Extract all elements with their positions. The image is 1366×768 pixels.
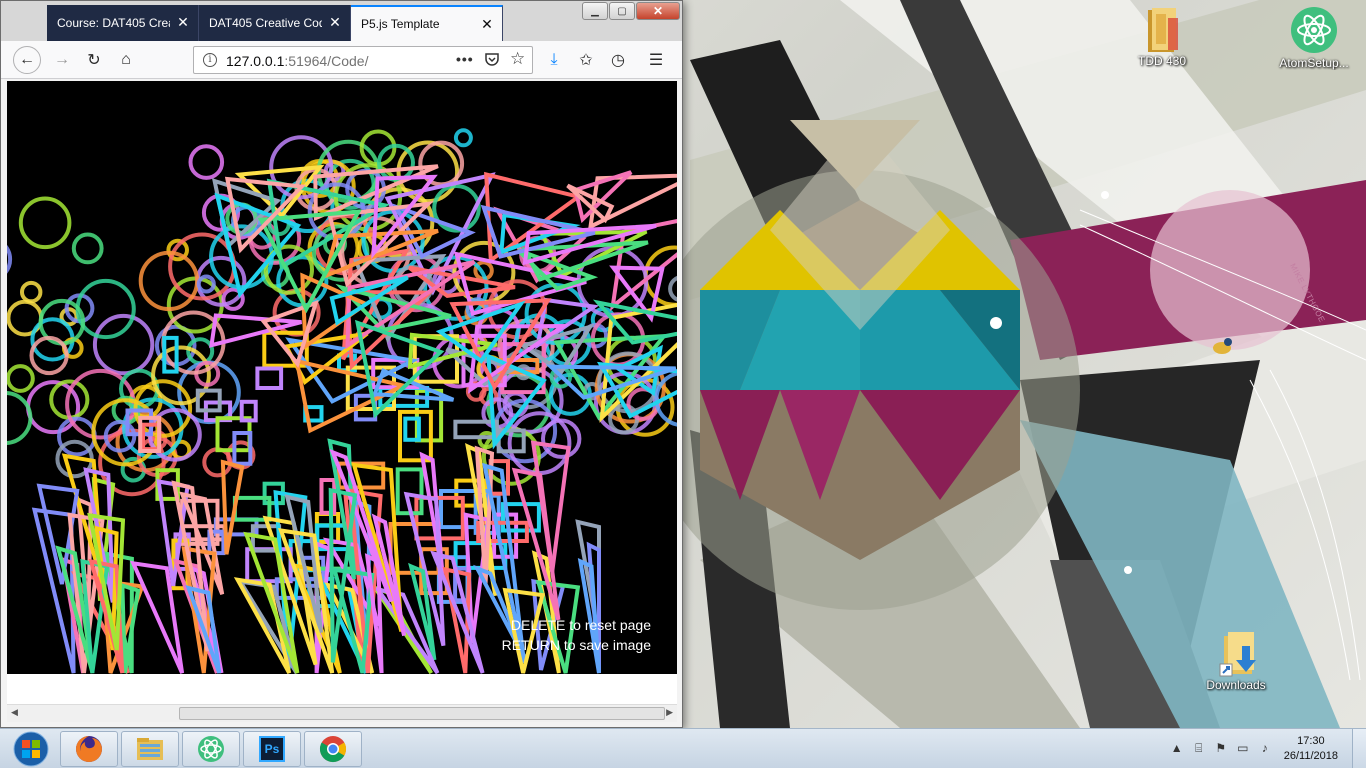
atom-icon [198, 736, 224, 762]
sketch-circle [18, 196, 72, 250]
action-center-icon[interactable]: ⚑ [1213, 741, 1229, 757]
taskbar-atom[interactable] [182, 731, 240, 767]
page-background [7, 674, 677, 704]
network-icon[interactable]: ▭ [1235, 741, 1251, 757]
maximize-icon: ▢ [617, 5, 627, 17]
scrollbar-thumb[interactable] [179, 707, 665, 720]
minimize-button[interactable]: ▁ [582, 2, 608, 20]
close-icon[interactable]: ✕ [328, 15, 342, 29]
taskbar-photoshop[interactable]: Ps [243, 731, 301, 767]
window-controls: ▁ ▢ ✕ [582, 2, 680, 20]
menu-button[interactable]: ☰ [643, 47, 669, 73]
back-button[interactable]: ← [13, 46, 41, 74]
downloads-button[interactable]: ⤓ [541, 47, 567, 73]
window-close-button[interactable]: ✕ [636, 2, 680, 20]
delete-hint-text: DELETE to reset page [510, 617, 651, 633]
sketch-circle [668, 275, 677, 302]
navigation-toolbar: ← → ↻ ⌂ i 127.0.0.1:51964/Code/ ••• ☆ ⤓ … [1, 41, 682, 79]
tab-p5js-template[interactable]: P5.js Template ✕ [351, 5, 503, 41]
sketch-rect [162, 335, 179, 374]
maximize-button[interactable]: ▢ [609, 2, 635, 20]
volume-icon[interactable]: ♪ [1257, 741, 1273, 757]
desktop-icon-downloads[interactable]: Downloads [1194, 628, 1278, 692]
close-icon[interactable]: ✕ [176, 15, 190, 29]
explorer-icon [137, 738, 163, 760]
horizontal-scrollbar[interactable]: ◀ ▶ [7, 704, 677, 722]
address-bar[interactable]: i 127.0.0.1:51964/Code/ ••• ☆ [193, 46, 533, 74]
taskbar-chrome[interactable] [304, 731, 362, 767]
library-icon: ✩ [579, 52, 593, 69]
return-hint-text: RETURN to save image [501, 637, 651, 653]
pocket-icon[interactable] [484, 51, 500, 70]
home-button[interactable]: ⌂ [113, 47, 139, 73]
more-dots-icon[interactable]: ••• [456, 51, 474, 67]
scroll-right-icon[interactable]: ▶ [666, 707, 673, 718]
chrome-icon [319, 736, 347, 763]
sketch-circle [541, 418, 582, 459]
generative-art-drawing [7, 128, 677, 674]
clock[interactable]: 17:30 26/11/2018 [1284, 734, 1338, 764]
sketch-circle [7, 391, 33, 445]
close-icon: ✕ [652, 4, 664, 18]
taskbar-firefox[interactable] [60, 731, 118, 767]
sketch-circle [7, 364, 35, 393]
history-button[interactable]: ◷ [605, 47, 631, 73]
back-arrow-icon: ← [19, 51, 35, 68]
taskbar-windows-explorer[interactable] [121, 731, 179, 767]
desktop-icon-atomsetup[interactable]: AtomSetup... [1272, 6, 1356, 70]
sketch-circle [188, 144, 225, 180]
hamburger-menu-icon: ☰ [648, 52, 664, 69]
url-text[interactable]: 127.0.0.1:51964/Code/ [226, 53, 368, 69]
history-clock-icon: ◷ [611, 52, 625, 69]
windows-logo-icon [13, 731, 49, 767]
library-button[interactable]: ✩ [573, 47, 599, 73]
clock-time: 17:30 [1297, 735, 1325, 747]
star-icon[interactable]: ☆ [510, 49, 525, 69]
sketch-circle [20, 280, 43, 304]
downloads-folder-icon [1212, 628, 1260, 677]
tab-course-dat405[interactable]: Course: DAT405 Creat ✕ [47, 5, 199, 41]
start-button[interactable] [4, 730, 58, 768]
tab-dat405-creative-coding[interactable]: DAT405 Creative Codi ✕ [199, 5, 351, 41]
sketch-circle [453, 128, 473, 148]
show-desktop-button[interactable] [1352, 729, 1366, 768]
tab-strip: Course: DAT405 Creat ✕ DAT405 Creative C… [1, 1, 682, 41]
atom-icon [1290, 6, 1338, 54]
home-icon: ⌂ [121, 51, 131, 68]
system-tray: ▲ ⌸ ⚑ ▭ ♪ 17:30 26/11/2018 [1166, 729, 1366, 768]
download-icon: ⤓ [550, 51, 558, 68]
taskbar: Ps ▲ ⌸ ⚑ ▭ ♪ 17:30 26/11/2018 [0, 728, 1366, 768]
desktop-icon-tdd430[interactable]: TDD 430 [1120, 4, 1204, 68]
close-icon[interactable]: ✕ [480, 17, 494, 31]
forward-button[interactable]: → [49, 47, 75, 73]
p5-sketch-canvas[interactable]: DELETE to reset page RETURN to save imag… [7, 81, 677, 674]
forward-arrow-icon: → [54, 51, 70, 68]
sketch-circle [92, 313, 155, 376]
sketch-circle [7, 244, 13, 274]
reload-icon: ↻ [87, 52, 101, 69]
firefox-icon [76, 736, 102, 762]
reload-button[interactable]: ↻ [81, 47, 107, 73]
show-hidden-icons-icon[interactable]: ▲ [1169, 741, 1185, 757]
clock-date: 26/11/2018 [1283, 750, 1338, 762]
sketch-circle [75, 278, 136, 340]
tab-bar: Course: DAT405 Creat ✕ DAT405 Creative C… [47, 5, 503, 41]
photoshop-icon: Ps [259, 736, 285, 762]
sketch-spike [220, 459, 245, 555]
site-info-icon[interactable]: i [203, 53, 217, 67]
firefox-window[interactable]: Course: DAT405 Creat ✕ DAT405 Creative C… [0, 0, 683, 728]
usb-device-icon[interactable]: ⌸ [1191, 741, 1207, 757]
minimize-icon: ▁ [591, 5, 599, 17]
folder-icon [1138, 4, 1186, 52]
sketch-rect [314, 512, 341, 544]
scroll-left-icon[interactable]: ◀ [11, 707, 18, 718]
sketch-rect [255, 366, 284, 390]
sketch-circle [71, 232, 104, 265]
